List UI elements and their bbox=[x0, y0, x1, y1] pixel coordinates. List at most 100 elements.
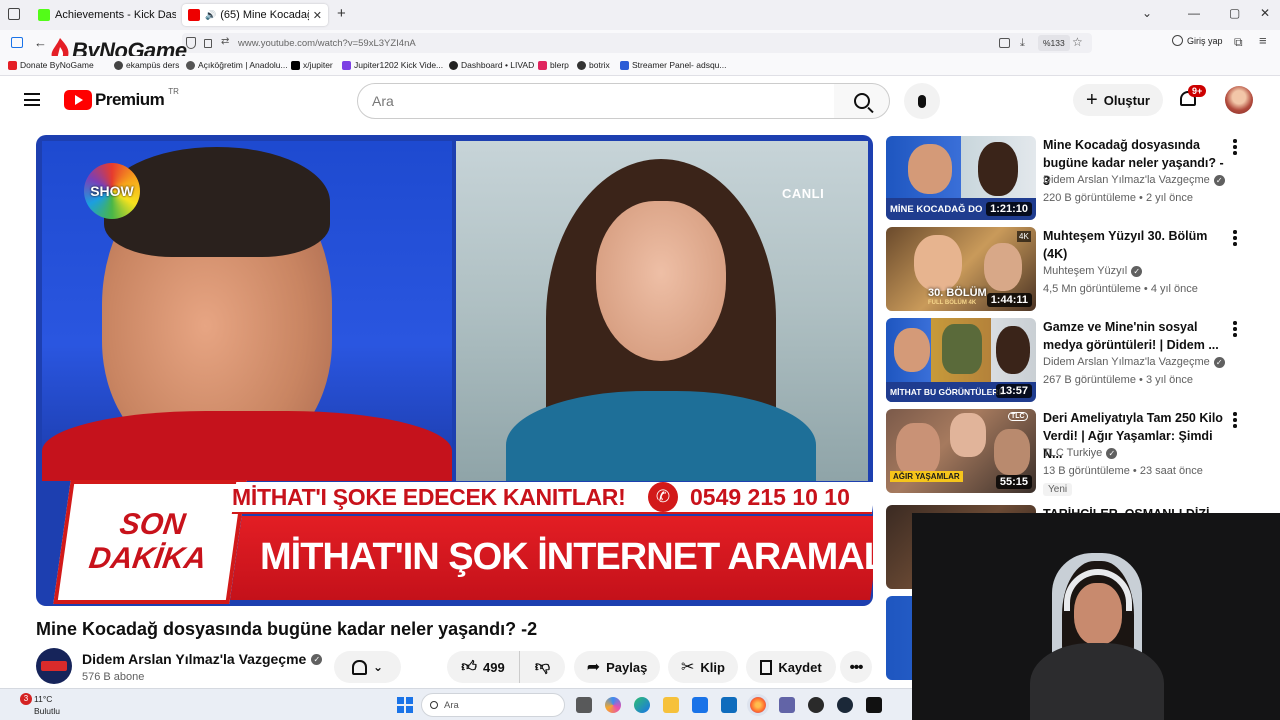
new-tab-button[interactable]: + bbox=[337, 5, 346, 22]
verified-icon: ✓ bbox=[1106, 447, 1118, 459]
kick-favicon-icon bbox=[38, 9, 50, 21]
microphone-icon bbox=[918, 94, 926, 108]
url-text: www.youtube.com/watch?v=59xL3YZI4nA bbox=[238, 37, 416, 49]
bookmark-item[interactable]: Jupiter1202 Kick Vide... bbox=[342, 60, 443, 70]
outlook-icon[interactable] bbox=[721, 697, 737, 713]
voice-search-button[interactable] bbox=[904, 83, 940, 119]
file-explorer-icon[interactable] bbox=[663, 697, 679, 713]
save-button[interactable]: Kaydet bbox=[746, 651, 836, 683]
youtube-play-icon bbox=[64, 90, 92, 110]
lock-icon[interactable] bbox=[204, 39, 212, 48]
bookmark-item[interactable]: botrix bbox=[577, 60, 610, 70]
tab-list-icon[interactable] bbox=[8, 8, 20, 20]
video-thumbnail[interactable]: 30. BÖLÜM FULL BÖLÜM 4K 4K 1:44:11 bbox=[886, 227, 1036, 311]
recommended-video[interactable]: MİTHAT BU GÖRÜNTÜLERE 13:57 Gamze ve Min… bbox=[886, 318, 1266, 402]
shield-icon[interactable] bbox=[186, 37, 196, 49]
weather-widget[interactable]: 3 11°C Bulutlu bbox=[12, 693, 72, 717]
more-options-icon[interactable] bbox=[1232, 412, 1238, 430]
store-icon[interactable] bbox=[692, 697, 708, 713]
permissions-icon[interactable]: ⇄ bbox=[221, 36, 229, 47]
youtube-favicon-icon bbox=[188, 9, 200, 21]
recommended-video[interactable]: TLC AĞIR YAŞAMLAR 55:15 Deri Ameliyatıyl… bbox=[886, 409, 1266, 496]
recommended-video[interactable]: MİNE KOCADAĞ DO 1:21:10 Mine Kocadağ dos… bbox=[886, 136, 1266, 220]
copilot-icon[interactable] bbox=[605, 697, 621, 713]
more-options-icon[interactable] bbox=[1232, 139, 1238, 157]
bookmark-favicon-icon bbox=[8, 60, 17, 70]
video-thumbnail[interactable]: MİNE KOCADAĞ DO 1:21:10 bbox=[886, 136, 1036, 220]
subscribe-bell-button[interactable]: ⌄ bbox=[334, 651, 401, 683]
bookmark-star-icon[interactable]: ☆ bbox=[1072, 35, 1083, 49]
recommended-video[interactable]: 30. BÖLÜM FULL BÖLÜM 4K 4K 1:44:11 Muhte… bbox=[886, 227, 1266, 311]
minimize-icon[interactable]: — bbox=[1188, 6, 1200, 20]
obs-icon[interactable] bbox=[808, 697, 824, 713]
bookmark-item[interactable]: ekampüs ders bbox=[114, 60, 179, 70]
extensions-icon[interactable]: ⧉ bbox=[1234, 35, 1243, 50]
more-options-icon[interactable] bbox=[1232, 321, 1238, 339]
channel-name[interactable]: TLC Turkiye ✓ bbox=[1043, 447, 1118, 459]
start-button[interactable] bbox=[397, 697, 413, 713]
edge-icon[interactable] bbox=[634, 697, 650, 713]
bookmark-item[interactable]: Streamer Panel- adsqu... bbox=[620, 60, 727, 70]
verified-icon: ✓ bbox=[1213, 174, 1225, 186]
task-view-icon[interactable] bbox=[576, 697, 592, 713]
share-button[interactable]: ➦ Paylaş bbox=[574, 651, 660, 683]
youtube-premium-logo[interactable]: Premium TR bbox=[64, 87, 179, 110]
video-player[interactable]: SHOW CANLI SON DAKİKA MİTHAT'I ŞOKE EDEC… bbox=[36, 135, 873, 606]
teams-icon[interactable] bbox=[779, 697, 795, 713]
video-title[interactable]: Muhteşem Yüzyıl 30. Bölüm (4K) bbox=[1043, 227, 1228, 263]
tab-label: Achievements - Kick Dashboard bbox=[55, 9, 176, 21]
address-bar[interactable]: ⇄ www.youtube.com/watch?v=59xL3YZI4nA ⤓ … bbox=[182, 33, 1092, 53]
4k-badge-icon: 4K bbox=[1017, 231, 1031, 242]
reader-view-icon[interactable] bbox=[999, 38, 1010, 48]
notifications-button[interactable]: 9+ bbox=[1178, 85, 1207, 110]
close-window-icon[interactable]: ✕ bbox=[1260, 6, 1270, 20]
back-icon[interactable]: ← bbox=[34, 35, 47, 50]
epic-games-icon[interactable] bbox=[866, 697, 882, 713]
sidebar-toggle-icon[interactable] bbox=[11, 37, 23, 48]
avatar[interactable] bbox=[1225, 86, 1253, 114]
steam-icon[interactable] bbox=[837, 697, 853, 713]
signin-label: Giriş yap bbox=[1187, 35, 1223, 46]
taskbar-search[interactable]: Ara bbox=[421, 693, 565, 717]
clip-button[interactable]: ✂ Klip bbox=[668, 651, 738, 683]
tab-overflow-icon[interactable]: ⌄ bbox=[1142, 6, 1152, 20]
audio-playing-icon[interactable]: 🔊 bbox=[205, 10, 216, 21]
video-thumbnail[interactable]: TLC AĞIR YAŞAMLAR 55:15 bbox=[886, 409, 1036, 493]
firefox-icon[interactable] bbox=[750, 697, 766, 713]
video-title[interactable]: Gamze ve Mine'nin sosyal medya görüntüle… bbox=[1043, 318, 1228, 354]
verified-icon: ✓ bbox=[1213, 356, 1225, 368]
video-title: Mine Kocadağ dosyasında bugüne kadar nel… bbox=[36, 619, 538, 639]
channel-name[interactable]: Didem Arslan Yılmaz'la Vazgeçme ✓ bbox=[1043, 356, 1225, 368]
account-button[interactable]: Giriş yap bbox=[1172, 35, 1223, 46]
zoom-level[interactable]: %133 bbox=[1038, 35, 1070, 51]
search-input[interactable]: Ara bbox=[357, 83, 835, 119]
bookmark-item[interactable]: Donate ByNoGame bbox=[8, 60, 94, 70]
channel-name[interactable]: Didem Arslan Yılmaz'la Vazgeçme ✓ bbox=[82, 651, 323, 667]
close-tab-icon[interactable]: ✕ bbox=[309, 9, 322, 22]
channel-avatar[interactable] bbox=[36, 648, 72, 684]
more-actions-button[interactable]: ••• bbox=[840, 651, 872, 683]
verified-icon: ✓ bbox=[1131, 265, 1143, 277]
app-menu-icon[interactable]: ≡ bbox=[1259, 33, 1267, 48]
tab-kick-dashboard[interactable]: Achievements - Kick Dashboard ✕ bbox=[32, 4, 176, 26]
bookmark-item[interactable]: Dashboard • LIVAD bbox=[449, 60, 534, 70]
webcam-overlay bbox=[912, 513, 1280, 720]
create-button[interactable]: + Oluştur bbox=[1073, 84, 1163, 116]
search-button[interactable] bbox=[834, 83, 890, 119]
video-thumbnail[interactable]: MİTHAT BU GÖRÜNTÜLERE 13:57 bbox=[886, 318, 1036, 402]
bookmark-item[interactable]: x/jupiter bbox=[291, 60, 333, 70]
share-icon: ➦ bbox=[586, 659, 601, 676]
tab-youtube-video[interactable]: 🔊 (65) Mine Kocadağ dosyasın ✕ bbox=[182, 4, 328, 26]
more-options-icon[interactable] bbox=[1232, 230, 1238, 248]
dislike-button[interactable]: 👎︎ bbox=[519, 651, 565, 683]
son-dakika-box: SON DAKİKA bbox=[53, 480, 247, 604]
channel-name[interactable]: Muhteşem Yüzyıl ✓ bbox=[1043, 265, 1143, 277]
guide-menu-icon[interactable] bbox=[24, 93, 40, 106]
bookmark-item[interactable]: blerp bbox=[538, 60, 569, 70]
channel-name[interactable]: Didem Arslan Yılmaz'la Vazgeçme ✓ bbox=[1043, 174, 1225, 186]
like-button[interactable]: 👍︎ 499 bbox=[447, 651, 519, 683]
save-page-icon[interactable]: ⤓ bbox=[1020, 37, 1025, 50]
bookmark-item[interactable]: Açıköğretim | Anadolu... bbox=[186, 60, 288, 70]
news-banner: SON DAKİKA MİTHAT'I ŞOKE EDECEK KANITLAR… bbox=[36, 478, 873, 606]
maximize-icon[interactable]: ▢ bbox=[1229, 6, 1240, 20]
